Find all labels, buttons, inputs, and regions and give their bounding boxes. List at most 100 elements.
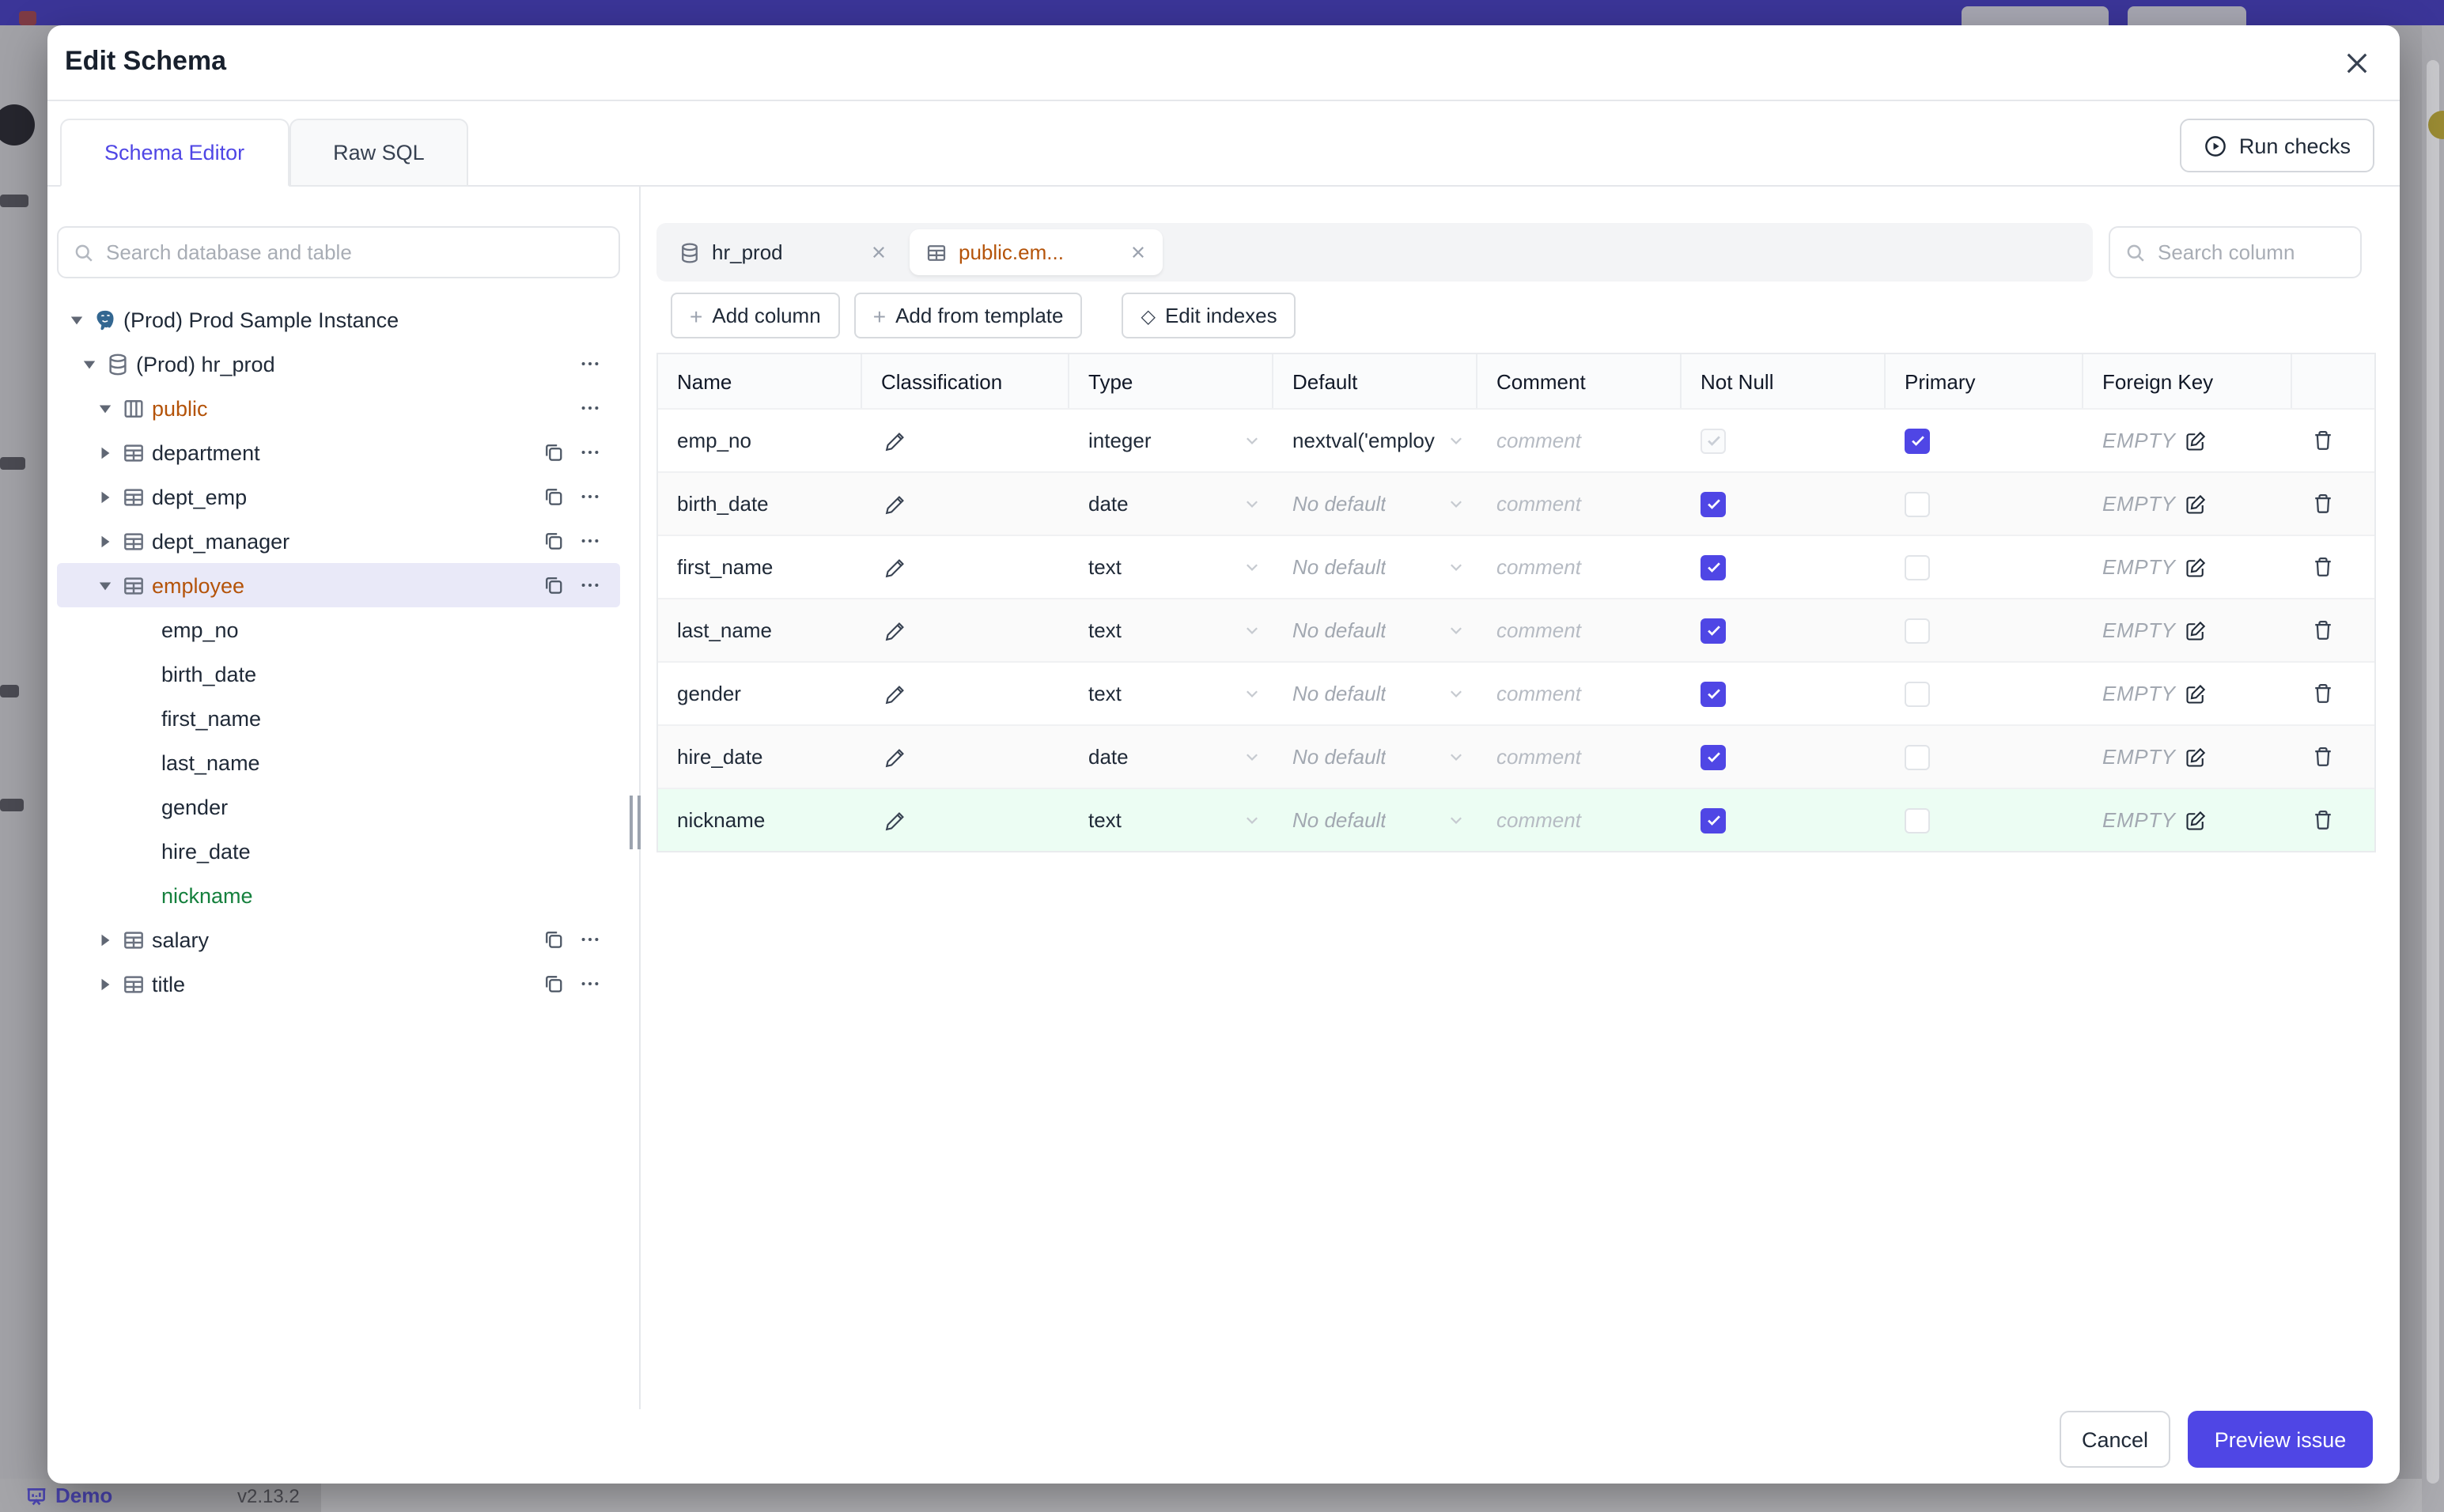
classification-edit-icon[interactable] [884, 619, 906, 641]
column-name-cell[interactable]: gender [658, 663, 862, 724]
tree-item-first_name[interactable]: first_name [57, 696, 620, 740]
tree-item-birth_date[interactable]: birth_date [57, 652, 620, 696]
editor-tab-table[interactable]: public.em... [910, 229, 1163, 275]
type-select[interactable]: text [1069, 663, 1273, 724]
edit-foreign-key-icon[interactable] [2185, 429, 2208, 452]
panel-resize-handle[interactable] [630, 796, 645, 849]
copy-icon[interactable] [543, 530, 565, 552]
type-select[interactable]: text [1069, 789, 1273, 851]
default-select[interactable]: nextval('employ [1273, 410, 1477, 471]
comment-input[interactable]: comment [1477, 473, 1682, 535]
column-name-cell[interactable]: first_name [658, 536, 862, 598]
checkbox-unchecked[interactable] [1905, 491, 1930, 516]
more-icon[interactable] [579, 530, 601, 552]
classification-edit-icon[interactable] [884, 682, 906, 705]
more-icon[interactable] [579, 441, 601, 463]
checkbox-unchecked[interactable] [1905, 744, 1930, 769]
classification-edit-icon[interactable] [884, 746, 906, 768]
comment-input[interactable]: comment [1477, 536, 1682, 598]
caret-right-icon[interactable] [98, 445, 122, 459]
default-select[interactable]: No default [1273, 663, 1477, 724]
caret-right-icon[interactable] [98, 932, 122, 947]
tree-item-gender[interactable]: gender [57, 784, 620, 829]
type-select[interactable]: integer [1069, 410, 1273, 471]
checkbox-checked[interactable] [1701, 744, 1726, 769]
demo-link[interactable]: Demo [25, 1484, 112, 1507]
checkbox-unchecked[interactable] [1905, 681, 1930, 706]
type-select[interactable]: date [1069, 726, 1273, 788]
edit-foreign-key-icon[interactable] [2185, 809, 2208, 831]
edit-foreign-key-icon[interactable] [2185, 746, 2208, 768]
default-select[interactable]: No default [1273, 473, 1477, 535]
default-select[interactable]: No default [1273, 726, 1477, 788]
column-search[interactable] [2109, 226, 2436, 278]
default-select[interactable]: No default [1273, 536, 1477, 598]
more-icon[interactable] [579, 973, 601, 995]
comment-input[interactable]: comment [1477, 663, 1682, 724]
comment-input[interactable]: comment [1477, 789, 1682, 851]
tree-item-dept_manager[interactable]: dept_manager [57, 519, 620, 563]
checkbox-checked-disabled[interactable] [1701, 428, 1726, 453]
copy-icon[interactable] [543, 973, 565, 995]
edit-foreign-key-icon[interactable] [2185, 682, 2208, 705]
close-icon[interactable] [1129, 244, 1147, 261]
tree-item-instance[interactable]: (Prod) Prod Sample Instance [57, 297, 620, 342]
comment-input[interactable]: comment [1477, 599, 1682, 661]
caret-down-icon[interactable] [70, 312, 93, 327]
checkbox-checked[interactable] [1701, 807, 1726, 833]
checkbox-unchecked[interactable] [1905, 618, 1930, 643]
default-select[interactable]: No default [1273, 599, 1477, 661]
comment-input[interactable]: comment [1477, 726, 1682, 788]
tree-item-nickname[interactable]: nickname [57, 873, 620, 917]
copy-icon[interactable] [543, 486, 565, 508]
caret-right-icon[interactable] [98, 490, 122, 504]
type-select[interactable]: date [1069, 473, 1273, 535]
database-search[interactable] [57, 226, 620, 278]
classification-edit-icon[interactable] [884, 556, 906, 578]
trash-icon[interactable] [2311, 682, 2335, 705]
copy-icon[interactable] [543, 441, 565, 463]
run-checks-button[interactable]: Run checks [2180, 119, 2374, 172]
page-scrollbar-thumb[interactable] [2427, 60, 2439, 1484]
tree-item-last_name[interactable]: last_name [57, 740, 620, 784]
trash-icon[interactable] [2311, 429, 2335, 452]
tree-item-hire_date[interactable]: hire_date [57, 829, 620, 873]
more-icon[interactable] [579, 574, 601, 596]
edit-foreign-key-icon[interactable] [2185, 619, 2208, 641]
column-name-cell[interactable]: emp_no [658, 410, 862, 471]
caret-right-icon[interactable] [98, 977, 122, 991]
tree-item-title[interactable]: title [57, 962, 620, 1006]
tree-item-schema[interactable]: public [57, 386, 620, 430]
column-name-cell[interactable]: last_name [658, 599, 862, 661]
edit-foreign-key-icon[interactable] [2185, 556, 2208, 578]
edit-indexes-button[interactable]: ◇ Edit indexes [1122, 293, 1296, 338]
checkbox-checked[interactable] [1905, 428, 1930, 453]
edit-foreign-key-icon[interactable] [2185, 493, 2208, 515]
more-icon[interactable] [579, 486, 601, 508]
database-search-input[interactable] [106, 240, 604, 264]
type-select[interactable]: text [1069, 536, 1273, 598]
column-name-cell[interactable]: nickname [658, 789, 862, 851]
checkbox-checked[interactable] [1701, 554, 1726, 580]
trash-icon[interactable] [2311, 618, 2335, 642]
more-icon[interactable] [579, 928, 601, 951]
tree-item-employee[interactable]: employee [57, 563, 620, 607]
trash-icon[interactable] [2311, 745, 2335, 769]
more-icon[interactable] [579, 353, 601, 375]
cancel-button[interactable]: Cancel [2060, 1411, 2170, 1468]
add-from-template-button[interactable]: + Add from template [853, 293, 1083, 338]
classification-edit-icon[interactable] [884, 809, 906, 831]
checkbox-unchecked[interactable] [1905, 554, 1930, 580]
checkbox-checked[interactable] [1701, 491, 1726, 516]
caret-right-icon[interactable] [98, 534, 122, 548]
tab-schema-editor[interactable]: Schema Editor [60, 119, 289, 187]
trash-icon[interactable] [2311, 492, 2335, 516]
add-column-button[interactable]: + Add column [671, 293, 840, 338]
column-search-input[interactable] [2158, 240, 2436, 264]
more-icon[interactable] [579, 397, 601, 419]
copy-icon[interactable] [543, 574, 565, 596]
tree-item-department[interactable]: department [57, 430, 620, 474]
default-select[interactable]: No default [1273, 789, 1477, 851]
column-name-cell[interactable]: hire_date [658, 726, 862, 788]
tree-item-salary[interactable]: salary [57, 917, 620, 962]
